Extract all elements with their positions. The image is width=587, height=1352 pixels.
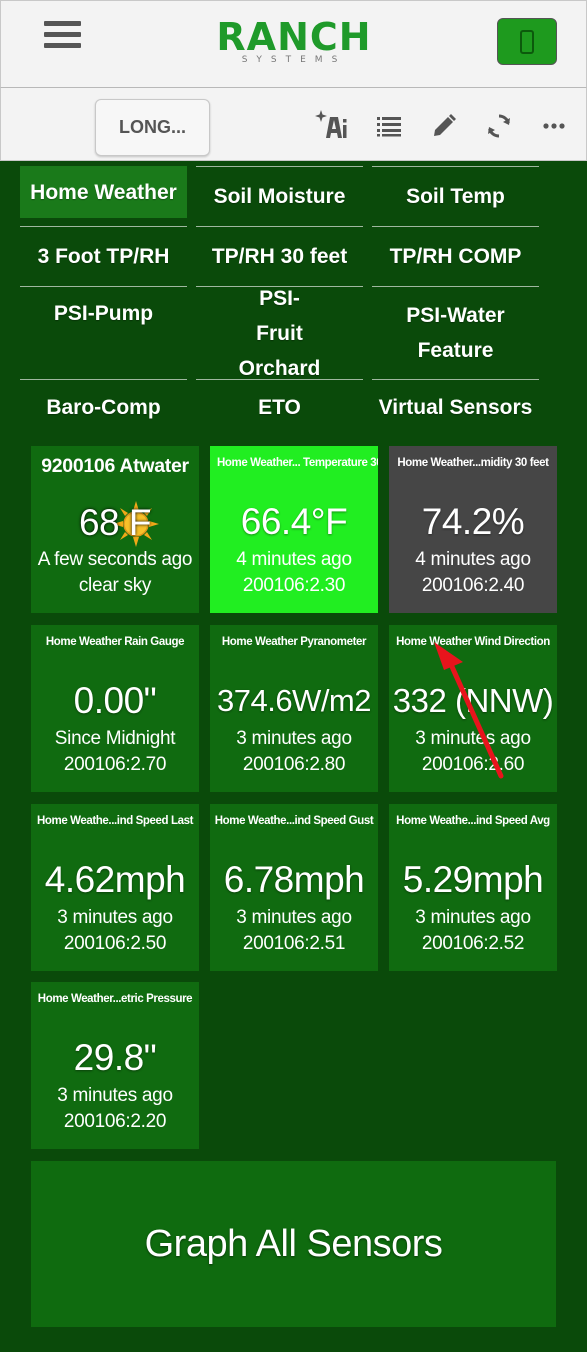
tile-value: 29.8" (73, 1037, 157, 1078)
pencil-icon[interactable] (430, 112, 458, 140)
humidity-30ft-tile[interactable]: Home Weather...midity 30 feet 74.2% 4 mi… (389, 446, 557, 613)
refresh-icon[interactable] (485, 112, 513, 140)
tile-sensor-id: 200106:2.51 (242, 933, 346, 954)
wind-speed-gust-tile[interactable]: Home Weathe...ind Speed Gust 6.78mph 3 m… (210, 804, 378, 971)
tile-updated: A few seconds ago (37, 549, 193, 570)
tile-condition: clear sky (78, 575, 152, 596)
tile-updated: 3 minutes ago (57, 1085, 173, 1106)
weather-summary-tile[interactable]: 9200106 Atwater 68 F A few seconds ago c… (31, 446, 199, 613)
phone-icon (520, 29, 534, 54)
toolbar: LONG... (0, 87, 587, 161)
tab-soil-temp[interactable]: Soil Temp (372, 166, 539, 226)
tile-updated: 4 minutes ago (236, 549, 352, 570)
tile-updated: 3 minutes ago (236, 907, 352, 928)
ai-sparkle-icon[interactable] (315, 108, 349, 142)
wind-speed-avg-tile[interactable]: Home Weathe...ind Speed Avg 5.29mph 3 mi… (389, 804, 557, 971)
logo-main-text: RANCH (216, 15, 372, 59)
tile-title: Home Weathe...ind Speed Avg (396, 815, 550, 827)
tile-updated: 3 minutes ago (57, 907, 173, 928)
tile-sensor-id: 200106:2.70 (63, 754, 167, 775)
hamburger-menu-icon[interactable] (44, 21, 82, 53)
tile-updated: 3 minutes ago (236, 728, 352, 749)
tile-value: 5.29mph (402, 859, 544, 900)
tile-value: 374.6W/m2 (216, 683, 372, 718)
tab-eto[interactable]: ETO (196, 379, 363, 434)
graph-all-sensors-button[interactable]: Graph All Sensors (31, 1161, 556, 1327)
tile-value: 332 (NNW) (392, 682, 554, 719)
tile-value: 74.2% (421, 501, 525, 542)
tile-title: Home Weather...etric Pressure (37, 993, 193, 1005)
tile-value: 66.4°F (240, 501, 348, 542)
tab-tp-rh-comp[interactable]: TP/RH COMP (372, 226, 539, 286)
barometric-pressure-tile[interactable]: Home Weather...etric Pressure 29.8" 3 mi… (31, 982, 199, 1149)
tile-sensor-id: 200106:2.60 (421, 754, 525, 775)
tab-virtual-sensors[interactable]: Virtual Sensors (372, 379, 539, 434)
tile-sensor-id: 200106:2.50 (63, 933, 167, 954)
tab-psi-water-feature[interactable]: PSI-Water Feature (372, 286, 539, 379)
tile-period: Since Midnight (54, 728, 176, 749)
app-header: RANCH SYSTEMS (0, 0, 587, 87)
tile-title: Home Weather... Temperature 30 ft (217, 457, 378, 469)
tab-home-weather[interactable]: Home Weather (20, 166, 187, 218)
tile-sensor-id: 200106:2.40 (421, 575, 525, 596)
tile-updated: 4 minutes ago (415, 549, 531, 570)
tile-sensor-id: 200106:2.20 (63, 1111, 167, 1132)
rain-gauge-tile[interactable]: Home Weather Rain Gauge 0.00" Since Midn… (31, 625, 199, 792)
tile-title: 9200106 Atwater (41, 455, 189, 477)
tab-psi-fruit-orchard[interactable]: PSI-Fruit Orchard (196, 286, 363, 380)
wind-speed-last-tile[interactable]: Home Weathe...ind Speed Last 4.62mph 3 m… (31, 804, 199, 971)
tab-psi-pump[interactable]: PSI-Pump (20, 286, 187, 379)
tile-updated: 3 minutes ago (415, 728, 531, 749)
tile-title: Home Weather Pyranometer (221, 636, 367, 648)
tile-value: 6.78mph (223, 859, 365, 900)
tile-title: Home Weathe...ind Speed Gust (214, 815, 374, 827)
tab-baro-comp[interactable]: Baro-Comp (20, 379, 187, 434)
tile-sensor-id: 200106:2.52 (421, 933, 525, 954)
tab-3-foot-tp-rh[interactable]: 3 Foot TP/RH (20, 226, 187, 286)
list-icon[interactable] (375, 112, 403, 140)
tile-updated: 3 minutes ago (415, 907, 531, 928)
tile-sensor-id: 200106:2.80 (242, 754, 346, 775)
wind-direction-tile[interactable]: Home Weather Wind Direction 332 (NNW) 3 … (389, 625, 557, 792)
tile-value: 4.62mph (44, 859, 186, 900)
long-dropdown-button[interactable]: LONG... (95, 99, 210, 156)
tile-value: 0.00" (73, 680, 157, 721)
more-options-icon[interactable] (540, 112, 568, 140)
tile-title: Home Weather...midity 30 feet (397, 457, 549, 469)
tile-value: 68 F (78, 502, 152, 543)
pyranometer-tile[interactable]: Home Weather Pyranometer 374.6W/m2 3 min… (210, 625, 378, 792)
tile-title: Home Weathe...ind Speed Last (36, 815, 193, 827)
ranch-systems-logo: RANCH SYSTEMS (213, 17, 375, 65)
mobile-device-button[interactable] (497, 18, 557, 65)
tab-soil-moisture[interactable]: Soil Moisture (196, 166, 363, 226)
tab-tp-rh-30-feet[interactable]: TP/RH 30 feet (196, 226, 363, 286)
tile-sensor-id: 200106:2.30 (242, 575, 346, 596)
temperature-30ft-tile[interactable]: Home Weather... Temperature 30 ft 66.4°F… (210, 446, 378, 613)
tile-title: Home Weather Wind Direction (396, 636, 550, 648)
tile-title: Home Weather Rain Gauge (45, 636, 185, 648)
